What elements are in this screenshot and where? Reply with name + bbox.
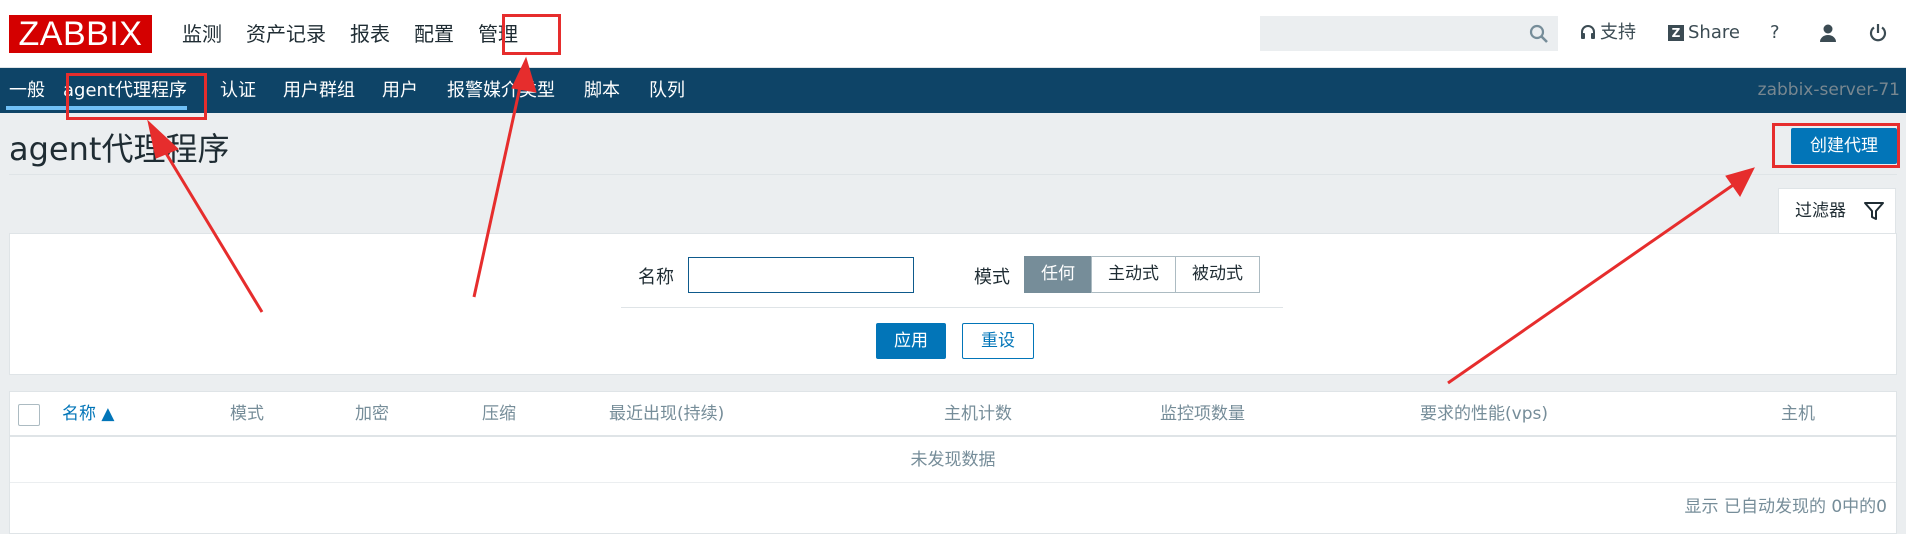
title-divider — [9, 174, 1897, 175]
sub-navigation: 一般 agent代理程序 认证 用户群组 用户 报警媒介类型 脚本 队列 zab… — [0, 68, 1906, 113]
help-icon[interactable]: ? — [1770, 18, 1780, 48]
filter-mode-label: 模式 — [974, 267, 1010, 288]
tab-users[interactable]: 用户 — [364, 68, 427, 113]
reset-button[interactable]: 重设 — [962, 323, 1034, 359]
filter-icon — [1864, 202, 1884, 220]
filter-tab-label: 过滤器 — [1795, 201, 1846, 221]
help-label: ? — [1770, 22, 1780, 43]
global-search-input[interactable] — [1260, 16, 1558, 51]
proxies-table: 名称 ▲ 模式 加密 压缩 最近出现(持续) 主机计数 监控项数量 要求的性能(… — [9, 391, 1897, 534]
column-mode: 模式 — [230, 404, 264, 424]
column-hosts: 主机 — [1781, 404, 1815, 424]
column-host-count: 主机计数 — [944, 404, 1012, 424]
select-all-checkbox[interactable] — [18, 404, 40, 426]
search-icon[interactable] — [1529, 24, 1549, 44]
column-item-count: 监控项数量 — [1160, 404, 1245, 424]
menu-item-configuration[interactable]: 配置 — [402, 0, 466, 68]
menu-item-reports[interactable]: 报表 — [338, 0, 402, 68]
user-icon — [1820, 24, 1836, 42]
headset-icon — [1581, 25, 1595, 39]
zabbix-share-icon: Z — [1668, 25, 1684, 41]
menu-item-inventory[interactable]: 资产记录 — [234, 0, 338, 68]
tab-media-types[interactable]: 报警媒介类型 — [427, 68, 564, 113]
top-bar: ZABBIX 监测 资产记录 报表 配置 管理 支持 Z Share ? — [0, 0, 1906, 68]
table-stats: 显示 已自动发现的 0中的0 — [1684, 497, 1887, 517]
share-link[interactable]: Z Share — [1668, 18, 1740, 48]
apply-button[interactable]: 应用 — [876, 323, 946, 359]
column-compression: 压缩 — [482, 404, 516, 424]
mode-option-any[interactable]: 任何 — [1024, 256, 1092, 293]
filter-panel — [9, 233, 1897, 375]
tab-proxies[interactable]: agent代理程序 — [0, 68, 196, 113]
filter-name-label: 名称 — [638, 267, 674, 288]
support-link[interactable]: 支持 — [1580, 18, 1636, 48]
mode-option-active[interactable]: 主动式 — [1091, 256, 1176, 293]
filter-tab[interactable]: 过滤器 — [1778, 188, 1896, 234]
tab-authentication[interactable]: 认证 — [196, 68, 265, 113]
filter-mode-radio-group: 任何 主动式 被动式 — [1024, 256, 1260, 293]
server-name: zabbix-server-71 — [1757, 80, 1900, 100]
filter-divider — [621, 307, 1283, 308]
power-icon — [1869, 24, 1887, 42]
column-encryption: 加密 — [355, 404, 389, 424]
no-data-message: 未发现数据 — [10, 437, 1896, 483]
mode-option-passive[interactable]: 被动式 — [1175, 256, 1260, 293]
menu-item-monitoring[interactable]: 监测 — [170, 0, 234, 68]
tab-user-groups[interactable]: 用户群组 — [265, 68, 364, 113]
share-label: Share — [1688, 22, 1740, 43]
user-profile-link[interactable] — [1818, 18, 1838, 48]
create-proxy-button[interactable]: 创建代理 — [1791, 128, 1897, 164]
tab-queue[interactable]: 队列 — [629, 68, 694, 113]
column-last-seen: 最近出现(持续) — [609, 404, 725, 424]
annotation-arrowhead-create — [1725, 167, 1755, 197]
column-name[interactable]: 名称 ▲ — [62, 392, 114, 437]
support-label: 支持 — [1600, 22, 1636, 43]
zabbix-logo[interactable]: ZABBIX — [9, 15, 152, 53]
filter-name-input[interactable] — [688, 257, 914, 293]
column-required-vps: 要求的性能(vps) — [1420, 404, 1548, 424]
page-title: agent代理程序 — [9, 130, 230, 168]
tab-scripts[interactable]: 脚本 — [564, 68, 629, 113]
table-header: 名称 ▲ 模式 加密 压缩 最近出现(持续) 主机计数 监控项数量 要求的性能(… — [10, 392, 1896, 437]
menu-item-administration[interactable]: 管理 — [466, 0, 530, 68]
main-menu: 监测 资产记录 报表 配置 管理 — [170, 0, 530, 68]
sign-out-link[interactable] — [1868, 18, 1888, 48]
